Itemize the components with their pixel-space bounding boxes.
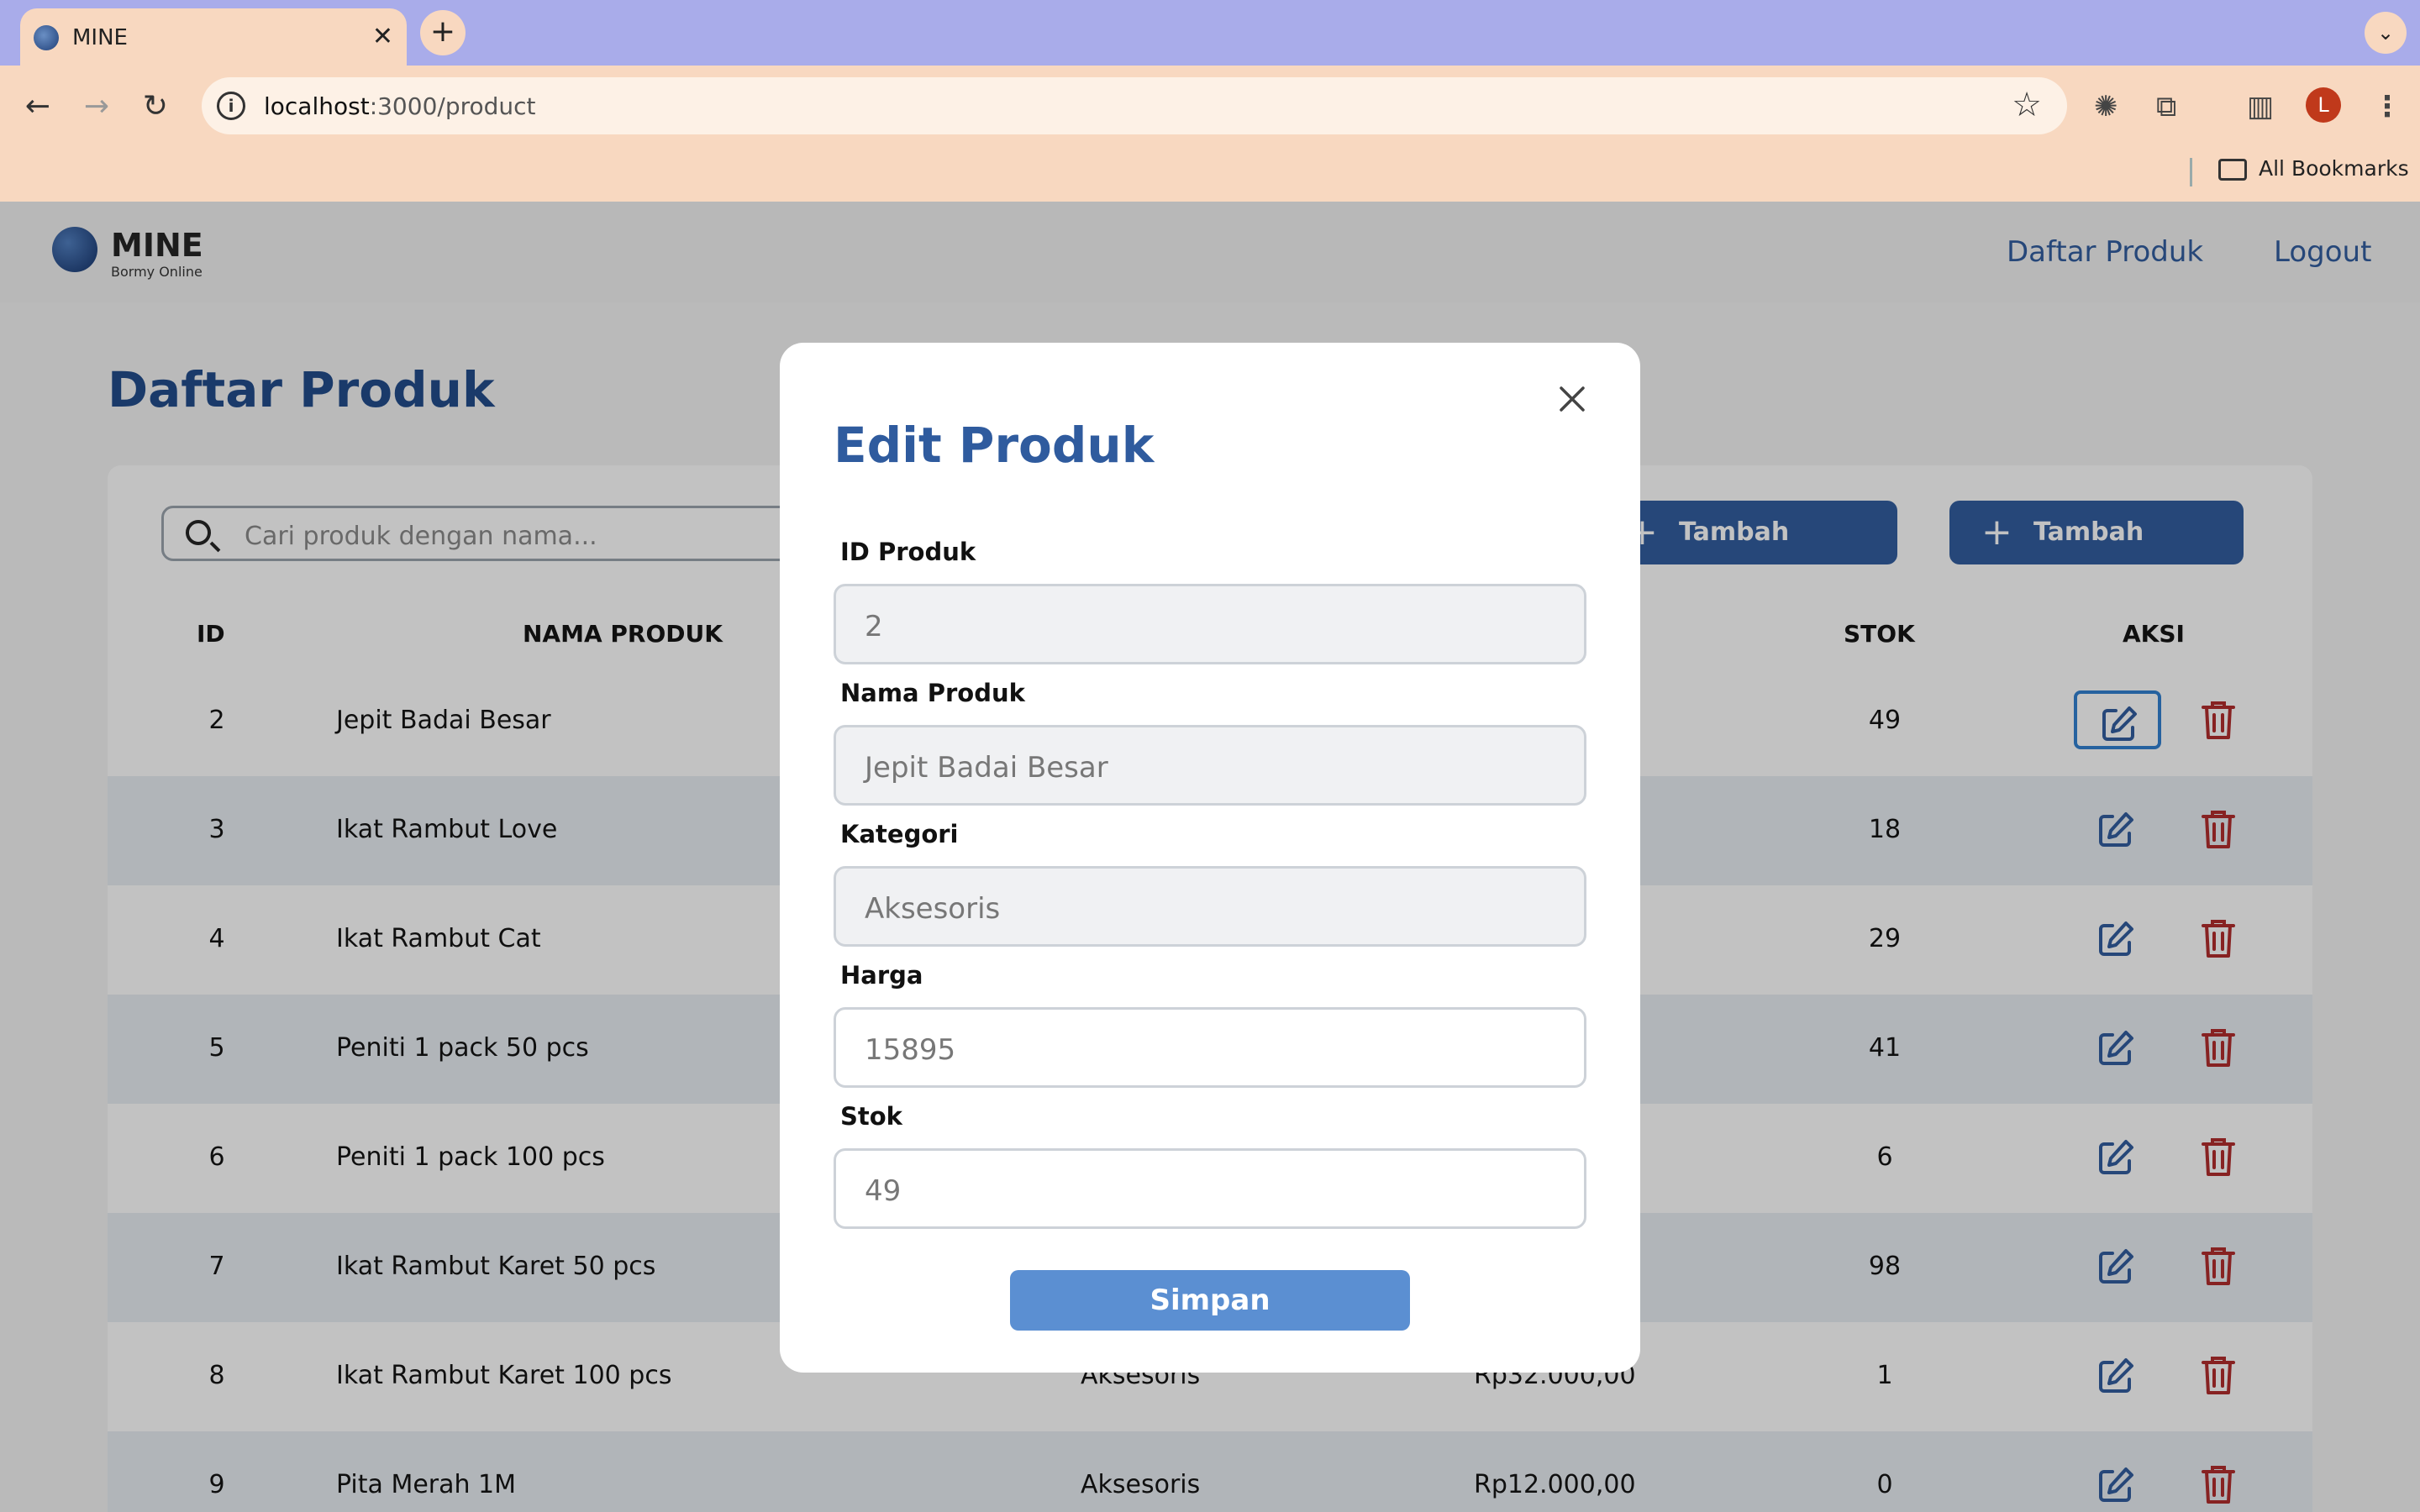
site-info-icon[interactable]: i: [217, 92, 245, 120]
reload-button[interactable]: ↻: [134, 86, 176, 128]
browser-menu-icon[interactable]: ⋮: [2373, 86, 2402, 128]
category-value: Aksesoris: [865, 892, 1001, 926]
product-id-value: 2: [865, 610, 883, 643]
browser-toolbar: ← → ↻ i localhost:3000/product ☆ ✺ ⧉ ▥ ⋮: [0, 66, 2420, 202]
bug-extension-icon[interactable]: ✺: [2094, 86, 2118, 128]
close-icon[interactable]: [1553, 380, 1591, 418]
url-path: :3000/product: [369, 92, 536, 120]
extensions-puzzle-icon[interactable]: ⧉: [2156, 86, 2176, 128]
all-bookmarks-label: All Bookmarks: [2259, 156, 2409, 181]
tab-title: MINE: [72, 25, 128, 50]
field-label-price: Harga: [840, 961, 923, 990]
new-tab-button[interactable]: +: [420, 10, 466, 55]
url-host: localhost: [264, 92, 370, 120]
profile-avatar[interactable]: L: [2306, 87, 2341, 123]
bookmarks-separator: [2190, 158, 2192, 186]
field-label-stock: Stok: [840, 1102, 902, 1131]
browser-tab[interactable]: MINE ✕: [20, 8, 407, 66]
browser-tabbar: MINE ✕ + ⌄: [0, 0, 2420, 66]
folder-icon: [2218, 159, 2247, 181]
side-panel-icon[interactable]: ▥: [2247, 86, 2274, 128]
modal-title: Edit Produk: [834, 417, 1155, 474]
product-id-field: 2: [834, 584, 1586, 664]
field-label-category: Kategori: [840, 820, 959, 848]
tab-search-button[interactable]: ⌄: [2365, 12, 2407, 54]
field-label-id: ID Produk: [840, 538, 976, 566]
save-button[interactable]: Simpan: [1010, 1270, 1410, 1331]
all-bookmarks[interactable]: All Bookmarks: [2218, 156, 2409, 181]
url-text[interactable]: localhost:3000/product: [264, 92, 536, 120]
globe-favicon-icon: [34, 25, 59, 50]
price-value: 15895: [865, 1033, 956, 1067]
field-label-name: Nama Produk: [840, 679, 1025, 707]
stock-value: 49: [865, 1174, 902, 1208]
forward-button[interactable]: →: [76, 86, 118, 128]
close-tab-icon[interactable]: ✕: [372, 20, 393, 54]
edit-product-modal: Edit Produk ID Produk 2 Nama Produk Jepi…: [780, 343, 1640, 1373]
back-button[interactable]: ←: [17, 86, 59, 128]
product-name-value: Jepit Badai Besar: [865, 751, 1108, 785]
price-field[interactable]: 15895: [834, 1007, 1586, 1088]
product-name-field: Jepit Badai Besar: [834, 725, 1586, 806]
stock-field[interactable]: 49: [834, 1148, 1586, 1229]
address-bar[interactable]: i localhost:3000/product ☆: [202, 77, 2067, 134]
bookmark-star-icon[interactable]: ☆: [2012, 86, 2042, 124]
category-field: Aksesoris: [834, 866, 1586, 947]
